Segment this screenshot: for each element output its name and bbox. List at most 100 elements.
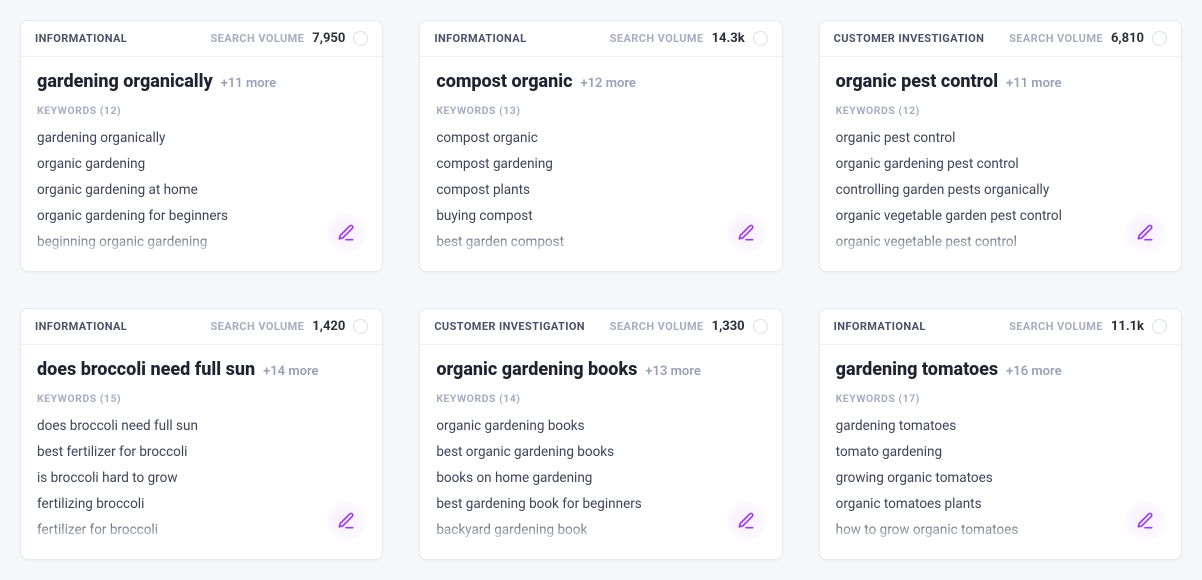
- keywords-heading: KEYWORDS (13): [436, 104, 765, 117]
- keywords-count: (15): [100, 392, 121, 405]
- keyword-list: organic gardening booksbest organic gard…: [436, 413, 765, 543]
- select-radio[interactable]: [1152, 319, 1167, 334]
- search-volume-value: 14.3k: [712, 31, 745, 46]
- edit-button[interactable]: [1123, 211, 1167, 255]
- search-volume: SEARCH VOLUME6,810: [1009, 31, 1167, 46]
- keyword-item[interactable]: best garden compost: [436, 229, 765, 255]
- keyword-item[interactable]: organic gardening for beginners: [37, 203, 366, 229]
- search-volume: SEARCH VOLUME 1,330: [610, 319, 768, 334]
- keyword-item[interactable]: compost gardening: [436, 151, 765, 177]
- keyword-item[interactable]: organic tomatoes plants: [836, 491, 1165, 517]
- search-volume-value: 1,420: [312, 319, 345, 334]
- card-header: INFORMATIONAL SEARCH VOLUME 14.3k: [420, 21, 781, 57]
- edit-icon: [1135, 223, 1155, 243]
- keyword-item[interactable]: gardening tomatoes: [836, 413, 1165, 439]
- search-volume-value: 1,330: [712, 319, 745, 334]
- keyword-item[interactable]: best fertilizer for broccoli: [37, 439, 366, 465]
- search-volume-label: SEARCH VOLUME: [210, 320, 304, 333]
- keywords-label: KEYWORDS: [436, 392, 496, 405]
- keyword-item[interactable]: organic gardening pest control: [836, 151, 1165, 177]
- edit-icon: [336, 223, 356, 243]
- intent-label: INFORMATIONAL: [35, 32, 127, 45]
- keyword-item[interactable]: organic gardening books: [436, 413, 765, 439]
- keyword-item[interactable]: organic gardening: [37, 151, 366, 177]
- edit-button[interactable]: [324, 211, 368, 255]
- intent-label: INFORMATIONAL: [434, 32, 526, 45]
- keywords-count: (13): [499, 104, 520, 117]
- keywords-label: KEYWORDS: [436, 104, 496, 117]
- keyword-list: does broccoli need full sunbest fertiliz…: [37, 413, 366, 543]
- card-body: does broccoli need full sun+14 moreKEYWO…: [21, 345, 382, 555]
- keyword-card[interactable]: CUSTOMER INVESTIGATIONSEARCH VOLUME6,810…: [819, 20, 1182, 272]
- edit-button[interactable]: [724, 211, 768, 255]
- keyword-item[interactable]: organic vegetable pest control: [836, 229, 1165, 255]
- more-count[interactable]: +16 more: [1006, 364, 1061, 379]
- keyword-item[interactable]: best gardening book for beginners: [436, 491, 765, 517]
- keyword-item[interactable]: books on home gardening: [436, 465, 765, 491]
- keyword-card[interactable]: INFORMATIONAL SEARCH VOLUME 1,420 does broc…: [20, 308, 383, 560]
- keyword-item[interactable]: best organic gardening books: [436, 439, 765, 465]
- keyword-list: organic pest controlorganic gardening pe…: [836, 125, 1165, 255]
- keyword-item[interactable]: compost organic: [436, 125, 765, 151]
- search-volume-label: SEARCH VOLUME: [610, 32, 704, 45]
- keywords-label: KEYWORDS: [836, 104, 896, 117]
- keyword-item[interactable]: organic vegetable garden pest control: [836, 203, 1165, 229]
- title-row: compost organic +12 more: [436, 71, 765, 92]
- card-header: INFORMATIONAL SEARCH VOLUME 1,420: [21, 309, 382, 345]
- intent-label: CUSTOMER INVESTIGATION: [434, 320, 585, 333]
- card-header: INFORMATIONALSEARCH VOLUME11.1k: [820, 309, 1181, 345]
- select-radio[interactable]: [753, 31, 768, 46]
- select-radio[interactable]: [753, 319, 768, 334]
- keyword-item[interactable]: compost plants: [436, 177, 765, 203]
- keyword-item[interactable]: beginning organic gardening: [37, 229, 366, 255]
- search-volume-label: SEARCH VOLUME: [210, 32, 304, 45]
- keyword-item[interactable]: backyard gardening book: [436, 517, 765, 543]
- keyword-item[interactable]: does broccoli need full sun: [37, 413, 366, 439]
- more-count[interactable]: +12 more: [580, 76, 635, 91]
- title-row: does broccoli need full sun +14 more: [37, 359, 366, 380]
- more-count[interactable]: +11 more: [1006, 76, 1061, 91]
- keyword-item[interactable]: fertilizer for broccoli: [37, 517, 366, 543]
- search-volume: SEARCH VOLUME 1,420: [210, 319, 368, 334]
- edit-button[interactable]: [324, 499, 368, 543]
- more-count[interactable]: +11 more: [221, 76, 276, 91]
- keyword-item[interactable]: organic pest control: [836, 125, 1165, 151]
- keyword-item[interactable]: is broccoli hard to grow: [37, 465, 366, 491]
- search-volume: SEARCH VOLUME7,950: [210, 31, 368, 46]
- edit-button[interactable]: [724, 499, 768, 543]
- keywords-heading: KEYWORDS (14): [436, 392, 765, 405]
- select-radio[interactable]: [1152, 31, 1167, 46]
- keyword-card[interactable]: INFORMATIONAL SEARCH VOLUME7,950 gardening…: [20, 20, 383, 272]
- keyword-item[interactable]: growing organic tomatoes: [836, 465, 1165, 491]
- title-row: gardening tomatoes +16 more: [836, 359, 1165, 380]
- keyword-list: compost organiccompost gardeningcompost …: [436, 125, 765, 255]
- edit-button[interactable]: [1123, 499, 1167, 543]
- keyword-item[interactable]: tomato gardening: [836, 439, 1165, 465]
- keyword-item[interactable]: gardening organically: [37, 125, 366, 151]
- keyword-list: gardening tomatoestomato gardeninggrowin…: [836, 413, 1165, 543]
- title-row: gardening organically+11 more: [37, 71, 366, 92]
- keyword-card[interactable]: INFORMATIONAL SEARCH VOLUME 14.3k compost o…: [419, 20, 782, 272]
- keyword-item[interactable]: how to grow organic tomatoes: [836, 517, 1165, 543]
- more-count[interactable]: +13 more: [645, 364, 700, 379]
- keywords-label: KEYWORDS: [836, 392, 896, 405]
- edit-icon: [336, 511, 356, 531]
- keyword-item[interactable]: buying compost: [436, 203, 765, 229]
- intent-label: INFORMATIONAL: [35, 320, 127, 333]
- keyword-item[interactable]: organic gardening at home: [37, 177, 366, 203]
- select-radio[interactable]: [353, 319, 368, 334]
- card-title: does broccoli need full sun: [37, 359, 255, 380]
- keyword-item[interactable]: controlling garden pests organically: [836, 177, 1165, 203]
- select-radio[interactable]: [353, 31, 368, 46]
- card-title: gardening tomatoes: [836, 359, 998, 380]
- card-body: gardening organically+11 moreKEYWORDS (1…: [21, 57, 382, 267]
- keyword-card[interactable]: CUSTOMER INVESTIGATION SEARCH VOLUME 1,330…: [419, 308, 782, 560]
- more-count[interactable]: +14 more: [263, 364, 318, 379]
- edit-icon: [736, 223, 756, 243]
- keyword-item[interactable]: fertilizing broccoli: [37, 491, 366, 517]
- search-volume-label: SEARCH VOLUME: [610, 320, 704, 333]
- keyword-card[interactable]: INFORMATIONALSEARCH VOLUME11.1k gardening…: [819, 308, 1182, 560]
- search-volume-value: 6,810: [1111, 31, 1144, 46]
- card-title: compost organic: [436, 71, 572, 92]
- keywords-count: (14): [499, 392, 520, 405]
